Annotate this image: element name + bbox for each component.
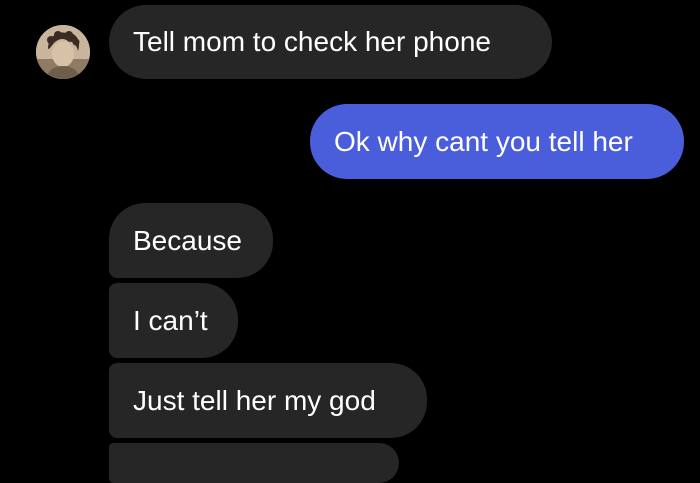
outgoing-message-bubble[interactable]: Ok why cant you tell her [310, 104, 684, 179]
message-text: Just tell her my god [133, 384, 376, 416]
message-text: Tell mom to check her phone [133, 26, 491, 57]
profile-photo-icon [36, 25, 90, 79]
message-text: I can’t [133, 304, 208, 336]
incoming-message-bubble[interactable]: Tell mom to check her phone [109, 5, 552, 79]
incoming-message-bubble-partial[interactable] [109, 443, 399, 483]
incoming-message-bubble[interactable]: I can’t [109, 283, 238, 358]
incoming-message-bubble[interactable]: Just tell her my god [109, 363, 427, 438]
message-text: Because [133, 224, 242, 256]
contact-avatar[interactable] [36, 25, 90, 79]
message-text: Ok why cant you tell her [334, 125, 633, 157]
incoming-message-bubble[interactable]: Because [109, 203, 273, 278]
